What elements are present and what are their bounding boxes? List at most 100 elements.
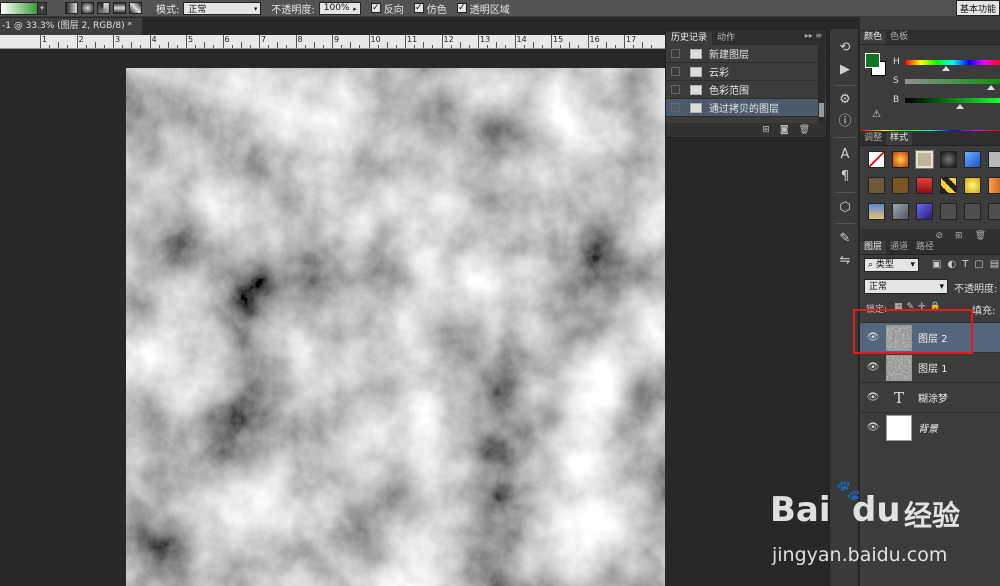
character-icon[interactable]: A xyxy=(836,146,854,164)
chevron-down-icon: ▾ xyxy=(939,282,944,292)
out-of-gamut-warning-icon[interactable]: ⚠ xyxy=(872,109,881,120)
style-swatch[interactable] xyxy=(916,177,933,194)
style-swatch[interactable] xyxy=(892,151,909,168)
opacity-label: 不透明度: xyxy=(271,4,315,16)
eye-icon[interactable]: 👁 xyxy=(866,362,880,373)
blend-mode-select[interactable]: 正常 ▾ xyxy=(864,279,948,294)
history-source-checkbox[interactable] xyxy=(671,49,680,58)
layer-filter-select[interactable]: ⌕ 类型 ▾ xyxy=(864,258,919,272)
document-tab-title: -1 @ 33.3% (图层 2, RGB/8) * xyxy=(2,21,132,31)
history-scrollbar[interactable] xyxy=(818,45,825,123)
history-source-checkbox[interactable] xyxy=(671,85,680,94)
type-filter-icon[interactable]: T xyxy=(962,259,968,270)
history-item[interactable]: 新建图层 xyxy=(666,45,826,63)
layer-row[interactable]: 👁 背景 xyxy=(860,412,1000,442)
history-brush-icon[interactable]: ⟲ xyxy=(836,39,854,57)
eye-icon[interactable]: 👁 xyxy=(866,392,880,403)
saturation-slider-handle[interactable] xyxy=(987,85,995,90)
layer-row[interactable]: 👁 T 糊涂梦 xyxy=(860,382,1000,412)
tab-actions[interactable]: 动作 xyxy=(712,32,740,45)
style-swatch[interactable] xyxy=(940,203,957,220)
trash-icon[interactable]: 🗑 xyxy=(799,125,810,135)
history-item[interactable]: 通过拷贝的图层 xyxy=(666,99,826,117)
history-item[interactable]: 色彩范围 xyxy=(666,81,826,99)
brightness-slider-handle[interactable] xyxy=(956,104,964,109)
paragraph-icon[interactable]: ¶ xyxy=(836,168,854,186)
diamond-gradient-icon[interactable] xyxy=(129,2,142,14)
foreground-color-swatch[interactable] xyxy=(865,53,880,68)
style-swatch[interactable] xyxy=(988,177,1000,194)
ruler-number: 14 xyxy=(516,35,527,44)
tab-channels[interactable]: 通道 xyxy=(886,241,912,254)
style-swatch[interactable] xyxy=(868,203,885,220)
layer-row[interactable]: 👁 图层 1 xyxy=(860,352,1000,382)
scrollbar-thumb[interactable] xyxy=(819,103,824,117)
style-swatch[interactable] xyxy=(988,203,1000,220)
layer-name: 糊涂梦 xyxy=(918,394,948,405)
tab-paths[interactable]: 路径 xyxy=(912,241,938,254)
pixel-filter-icon[interactable]: ▣ xyxy=(932,259,941,270)
transparency-label: 透明区域 xyxy=(469,4,510,16)
history-source-checkbox[interactable] xyxy=(671,103,680,112)
saturation-slider[interactable] xyxy=(905,79,1000,84)
dither-checkbox[interactable]: ✓ xyxy=(413,3,424,13)
3d-cube-icon[interactable]: ⬡ xyxy=(836,199,854,217)
style-swatch[interactable] xyxy=(940,151,957,168)
history-source-checkbox[interactable] xyxy=(671,67,680,76)
style-swatch[interactable] xyxy=(868,177,885,194)
style-swatch[interactable] xyxy=(964,177,981,194)
eye-icon[interactable]: 👁 xyxy=(866,422,880,433)
history-item[interactable]: 云彩 xyxy=(666,63,826,81)
reflected-gradient-icon[interactable] xyxy=(113,2,126,14)
workspace-button[interactable]: 基本功能 xyxy=(956,0,1000,16)
style-swatch[interactable] xyxy=(916,203,933,220)
watermark-brand-cn: 经验 xyxy=(904,499,961,532)
clone-source-icon[interactable]: ⇋ xyxy=(836,252,854,270)
play-icon[interactable]: ▶ xyxy=(836,61,854,79)
mode-select[interactable]: 正常 ▾ xyxy=(183,1,262,15)
ruler-number: 12 xyxy=(443,35,454,44)
document-canvas[interactable] xyxy=(126,68,665,586)
camera-icon[interactable]: ◙ xyxy=(780,125,789,135)
new-document-from-state-icon[interactable]: ⊞ xyxy=(762,125,770,135)
ruler-minor-tick xyxy=(350,42,352,48)
gradient-picker-dropdown[interactable]: ▾ xyxy=(38,1,47,15)
ruler-minor-tick xyxy=(103,45,105,48)
style-swatch-none[interactable] xyxy=(868,151,885,168)
tab-swatches[interactable]: 色板 xyxy=(886,31,912,44)
hue-slider[interactable] xyxy=(905,60,1000,65)
style-swatch[interactable] xyxy=(964,151,981,168)
hue-slider-handle[interactable] xyxy=(942,66,950,71)
panel-menu-icon[interactable]: ▸▸ ≡ xyxy=(805,31,822,40)
tab-adjustments[interactable]: 调整 xyxy=(860,132,886,145)
hue-slider-row: H 116 xyxy=(893,57,1000,71)
linear-gradient-icon[interactable] xyxy=(65,2,78,14)
ruler-major-tick xyxy=(551,35,552,48)
style-swatch[interactable] xyxy=(892,177,909,194)
style-swatch[interactable] xyxy=(964,203,981,220)
brightness-slider[interactable] xyxy=(905,98,1000,103)
radial-gradient-icon[interactable] xyxy=(81,2,94,14)
brush-presets-icon[interactable]: ✎ xyxy=(836,230,854,248)
tab-history[interactable]: 历史记录 xyxy=(666,32,713,45)
gradient-preview-swatch[interactable] xyxy=(0,1,38,15)
settings-icon[interactable]: ⚙ xyxy=(836,91,854,109)
transparency-checkbox[interactable]: ✓ xyxy=(456,3,467,13)
reverse-checkbox[interactable]: ✓ xyxy=(370,3,381,13)
tab-styles[interactable]: 样式 xyxy=(886,132,913,145)
opacity-field[interactable]: 100% ▸ xyxy=(318,1,361,15)
style-swatch[interactable] xyxy=(940,177,957,194)
info-icon[interactable]: ⓘ xyxy=(836,113,854,131)
ruler-minor-tick xyxy=(605,42,607,48)
smart-object-filter-icon[interactable]: ▤ xyxy=(990,259,999,270)
style-swatch[interactable] xyxy=(916,151,933,168)
styles-panel-tabs: 调整 样式 xyxy=(860,131,1000,146)
document-tab[interactable]: -1 @ 33.3% (图层 2, RGB/8) * × xyxy=(0,18,142,48)
shape-filter-icon[interactable]: ▢ xyxy=(974,259,983,270)
angle-gradient-icon[interactable] xyxy=(97,2,110,14)
tab-color[interactable]: 颜色 xyxy=(860,31,887,44)
adjustment-filter-icon[interactable]: ◐ xyxy=(947,259,956,270)
style-swatch[interactable] xyxy=(892,203,909,220)
style-swatch[interactable] xyxy=(988,151,1000,168)
tab-layers[interactable]: 图层 xyxy=(860,241,887,254)
